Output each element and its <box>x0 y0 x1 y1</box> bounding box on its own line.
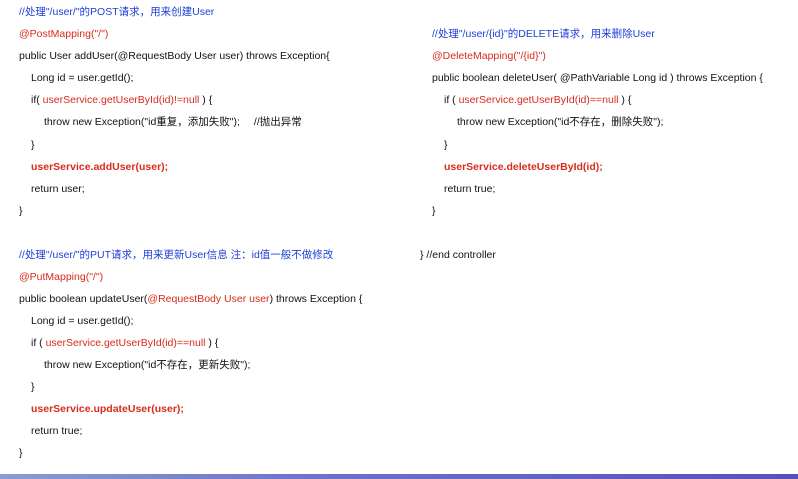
get-id-line: Long id = user.getId(); <box>31 72 134 84</box>
add-user-signature: public User addUser(@RequestBody User us… <box>19 50 330 63</box>
return-line: return true; <box>31 425 83 437</box>
if-keyword: if( <box>31 94 43 106</box>
post-comment: //处理"/user/"的POST请求，用来创建User <box>19 6 215 18</box>
if-keyword: if ( <box>31 337 46 349</box>
close-if-brace: } <box>444 139 448 151</box>
throw-statement: throw new Exception("id重复，添加失败"); <box>44 116 240 128</box>
update-user-signature: public boolean updateUser(@RequestBody U… <box>19 293 362 306</box>
close-if-brace: } <box>31 139 35 151</box>
if-close: ) { <box>205 337 219 349</box>
post-mapping-annotation: @PostMapping("/") <box>19 28 109 40</box>
if-exists-line: if( userService.getUserById(id)!=null ) … <box>19 94 212 107</box>
update-user-call: userService.updateUser(user); <box>31 403 184 415</box>
close-method-brace: } <box>432 205 436 217</box>
delete-user-signature: public boolean deleteUser( @PathVariable… <box>432 72 763 84</box>
delete-comment: //处理"/user/{id}"的DELETE请求，用来删除User <box>432 28 655 40</box>
get-user-call: userService.getUserById(id)==null <box>45 337 206 349</box>
throw-line: throw new Exception("id不存在，删除失败"); <box>457 116 664 128</box>
if-not-exists-line: if ( userService.getUserById(id)==null )… <box>19 337 218 350</box>
delete-user-call: userService.deleteUserById(id); <box>444 161 603 173</box>
put-mapping-annotation: @PutMapping("/") <box>19 271 104 283</box>
close-if-brace: } <box>31 381 35 393</box>
if-close: ) { <box>618 94 632 106</box>
return-line: return true; <box>444 183 496 195</box>
if-close: ) { <box>199 94 213 106</box>
if-keyword: if ( <box>444 94 459 106</box>
delete-mapping-annotation: @DeleteMapping("/{id}") <box>432 50 546 62</box>
end-controller-brace: } //end controller <box>420 249 496 261</box>
throw-line: throw new Exception("id重复，添加失败"); //抛出异常 <box>19 116 302 129</box>
bottom-accent-bar <box>0 474 798 479</box>
signature-end: ) throws Exception{ <box>239 50 330 62</box>
return-line: return user; <box>31 183 85 195</box>
signature-params: @RequestBody User user <box>117 50 240 62</box>
throw-comment: //抛出异常 <box>253 116 302 128</box>
if-not-exists-line: if ( userService.getUserById(id)==null )… <box>432 94 631 107</box>
signature-start: public User addUser( <box>19 50 118 62</box>
close-method-brace: } <box>19 205 23 217</box>
close-method-brace: } <box>19 447 23 459</box>
get-id-line: Long id = user.getId(); <box>31 315 134 327</box>
throw-line: throw new Exception("id不存在，更新失败"); <box>44 359 251 371</box>
signature-start: public boolean updateUser( <box>19 293 148 305</box>
signature-params: @RequestBody User user <box>147 293 270 305</box>
get-user-call: userService.getUserById(id)!=null <box>42 94 200 106</box>
put-comment: //处理"/user/"的PUT请求，用来更新User信息 注：id值一般不做修… <box>19 249 334 261</box>
get-user-call: userService.getUserById(id)==null <box>458 94 619 106</box>
signature-end: ) throws Exception { <box>269 293 363 305</box>
add-user-call: userService.addUser(user); <box>31 161 169 173</box>
